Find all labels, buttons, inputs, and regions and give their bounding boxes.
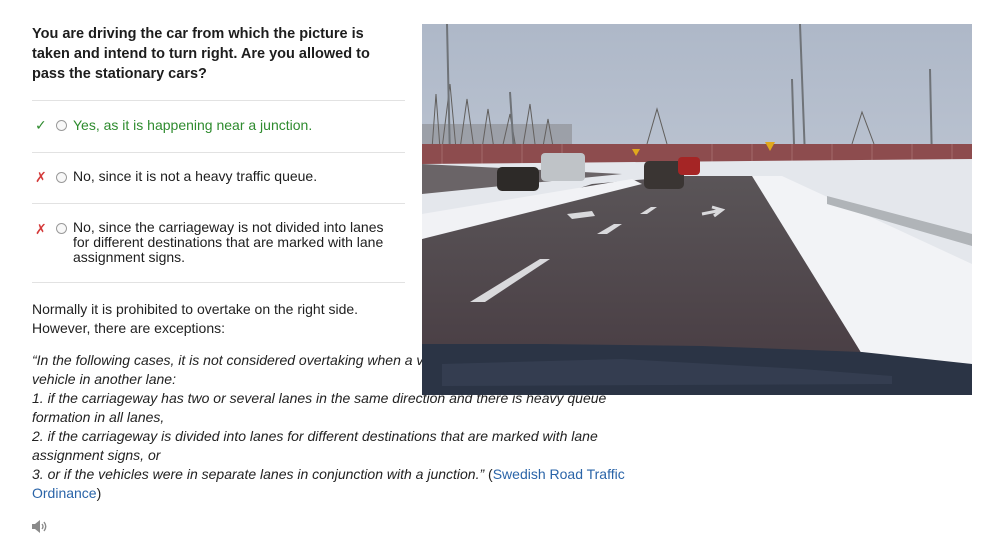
quote-item: 3. or if the vehicles were in separate l… — [32, 466, 485, 482]
cross-icon: ✗ — [35, 169, 47, 185]
quote-item: 1. if the carriageway has two or several… — [32, 390, 607, 425]
quote-item: 2. if the carriageway is divided into la… — [32, 428, 598, 463]
answer-option-2[interactable]: ✗ No, since it is not a heavy traffic qu… — [32, 152, 405, 203]
radio-button[interactable] — [56, 120, 67, 131]
answer-label: Yes, as it is happening near a junction. — [73, 117, 313, 133]
road-scene-photo — [422, 24, 972, 395]
answer-label: No, since the carriageway is not divided… — [73, 219, 384, 265]
speaker-icon[interactable] — [31, 519, 49, 534]
radio-button[interactable] — [56, 172, 67, 183]
question-text: You are driving the car from which the p… — [32, 26, 370, 82]
source-close: ) — [96, 485, 102, 501]
cross-icon: ✗ — [35, 221, 47, 237]
answer-list: ✓ Yes, as it is happening near a junctio… — [32, 100, 405, 283]
answer-option-1[interactable]: ✓ Yes, as it is happening near a junctio… — [32, 100, 405, 152]
answer-label: No, since it is not a heavy traffic queu… — [73, 168, 318, 184]
source-open: ( — [484, 466, 493, 482]
check-icon: ✓ — [35, 117, 47, 133]
answer-option-3[interactable]: ✗ No, since the carriageway is not divid… — [32, 203, 405, 283]
radio-button[interactable] — [56, 223, 67, 234]
